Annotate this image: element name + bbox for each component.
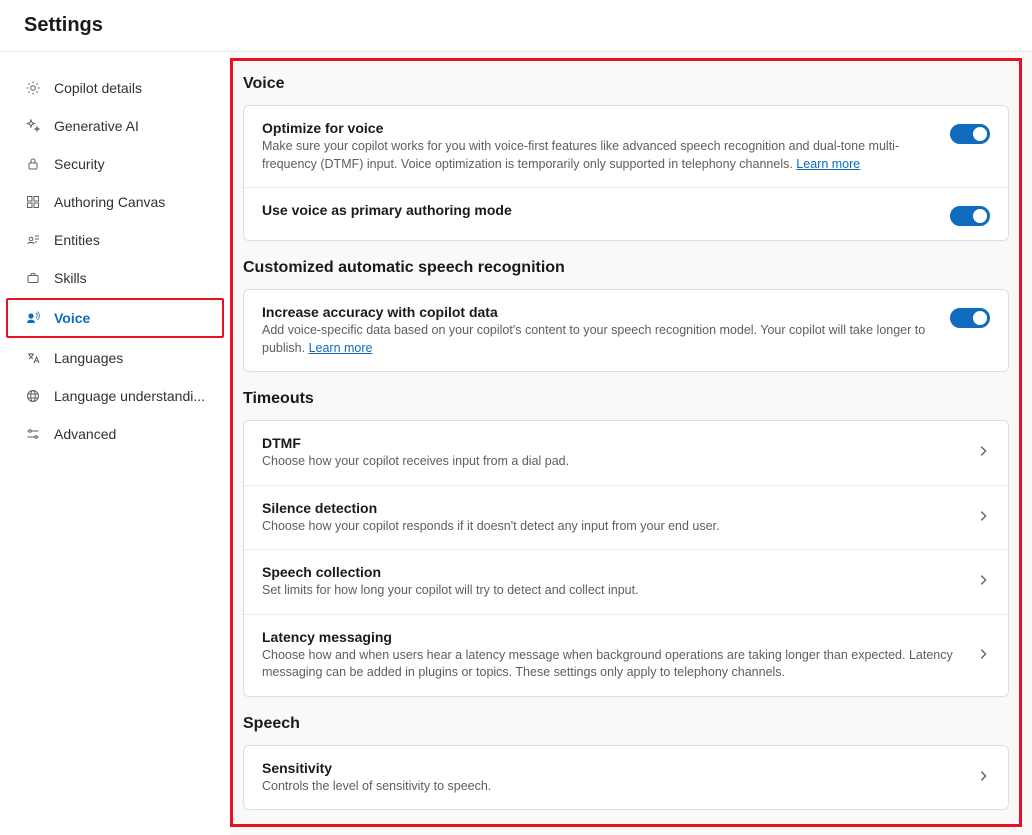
section-title-voice: Voice (243, 75, 1009, 93)
authoring-text: Use voice as primary authoring mode (262, 202, 934, 220)
sidebar-item-languages[interactable]: Languages (8, 340, 222, 376)
settings-layout: Copilot details Generative AI Security A… (0, 52, 1032, 835)
speech-collection-title: Speech collection (262, 564, 960, 580)
latency-desc: Choose how and when users hear a latency… (262, 647, 960, 682)
timeout-row-dtmf[interactable]: DTMF Choose how your copilot receives in… (244, 421, 1008, 485)
sidebar-item-language-understanding[interactable]: Language understandi... (8, 378, 222, 414)
optimize-for-voice-row: Optimize for voice Make sure your copilo… (244, 106, 1008, 187)
sidebar-item-copilot-details[interactable]: Copilot details (8, 70, 222, 106)
optimize-text: Optimize for voice Make sure your copilo… (262, 120, 934, 173)
silence-title: Silence detection (262, 500, 960, 516)
sidebar-item-authoring-canvas[interactable]: Authoring Canvas (8, 184, 222, 220)
accuracy-title: Increase accuracy with copilot data (262, 304, 934, 320)
silence-desc: Choose how your copilot responds if it d… (262, 518, 960, 536)
speech-collection-text: Speech collection Set limits for how lon… (262, 564, 960, 600)
page-title: Settings (24, 14, 103, 37)
settings-header: Settings (0, 0, 1032, 52)
sparkle-icon (24, 117, 42, 135)
optimize-title: Optimize for voice (262, 120, 934, 136)
sliders-icon (24, 425, 42, 443)
optimize-learn-more-link[interactable]: Learn more (796, 157, 860, 171)
accuracy-learn-more-link[interactable]: Learn more (309, 341, 373, 355)
sidebar-item-label: Entities (54, 232, 100, 248)
sensitivity-title: Sensitivity (262, 760, 960, 776)
section-title-timeouts: Timeouts (243, 390, 1009, 408)
sidebar-item-advanced[interactable]: Advanced (8, 416, 222, 452)
chevron-right-icon (976, 647, 990, 664)
speech-collection-desc: Set limits for how long your copilot wil… (262, 582, 960, 600)
accuracy-toggle[interactable] (950, 308, 990, 328)
sidebar-item-security[interactable]: Security (8, 146, 222, 182)
asr-card: Increase accuracy with copilot data Add … (243, 289, 1009, 372)
languages-icon (24, 349, 42, 367)
sidebar-item-label: Language understandi... (54, 388, 205, 404)
voice-icon (24, 309, 42, 327)
sidebar-item-label: Skills (54, 270, 87, 286)
gear-icon (24, 79, 42, 97)
grid-icon (24, 193, 42, 211)
speech-card: Sensitivity Controls the level of sensit… (243, 745, 1009, 811)
authoring-title: Use voice as primary authoring mode (262, 202, 934, 218)
section-title-asr: Customized automatic speech recognition (243, 259, 1009, 277)
accuracy-desc: Add voice-specific data based on your co… (262, 322, 934, 357)
sidebar-item-generative-ai[interactable]: Generative AI (8, 108, 222, 144)
main-highlight-box: Voice Optimize for voice Make sure your … (230, 58, 1022, 827)
timeout-row-latency[interactable]: Latency messaging Choose how and when us… (244, 614, 1008, 696)
section-title-speech: Speech (243, 715, 1009, 733)
optimize-toggle[interactable] (950, 124, 990, 144)
sidebar-item-label: Languages (54, 350, 123, 366)
sensitivity-row[interactable]: Sensitivity Controls the level of sensit… (244, 746, 1008, 810)
timeout-row-speech-collection[interactable]: Speech collection Set limits for how lon… (244, 549, 1008, 614)
voice-card: Optimize for voice Make sure your copilo… (243, 105, 1009, 241)
chevron-right-icon (976, 444, 990, 461)
sidebar-item-label: Authoring Canvas (54, 194, 165, 210)
latency-title: Latency messaging (262, 629, 960, 645)
chevron-right-icon (976, 509, 990, 526)
globe-icon (24, 387, 42, 405)
chevron-right-icon (976, 573, 990, 590)
accuracy-text: Increase accuracy with copilot data Add … (262, 304, 934, 357)
sidebar-item-label: Advanced (54, 426, 116, 442)
timeouts-card: DTMF Choose how your copilot receives in… (243, 420, 1009, 697)
sidebar-item-label: Voice (54, 310, 90, 326)
entities-icon (24, 231, 42, 249)
settings-sidebar: Copilot details Generative AI Security A… (0, 52, 230, 835)
sidebar-voice-highlight: Voice (6, 298, 224, 338)
sensitivity-desc: Controls the level of sensitivity to spe… (262, 778, 960, 796)
accuracy-row: Increase accuracy with copilot data Add … (244, 290, 1008, 371)
skills-icon (24, 269, 42, 287)
timeout-row-silence[interactable]: Silence detection Choose how your copilo… (244, 485, 1008, 550)
chevron-right-icon (976, 769, 990, 786)
dtmf-title: DTMF (262, 435, 960, 451)
dtmf-text: DTMF Choose how your copilot receives in… (262, 435, 960, 471)
sidebar-item-label: Copilot details (54, 80, 142, 96)
sidebar-item-entities[interactable]: Entities (8, 222, 222, 258)
lock-icon (24, 155, 42, 173)
close-button[interactable] (996, 12, 1008, 39)
sidebar-item-label: Generative AI (54, 118, 139, 134)
optimize-desc: Make sure your copilot works for you wit… (262, 138, 934, 173)
latency-text: Latency messaging Choose how and when us… (262, 629, 960, 682)
dtmf-desc: Choose how your copilot receives input f… (262, 453, 960, 471)
authoring-toggle[interactable] (950, 206, 990, 226)
sensitivity-text: Sensitivity Controls the level of sensit… (262, 760, 960, 796)
sidebar-item-voice[interactable]: Voice (8, 300, 222, 336)
settings-main: Voice Optimize for voice Make sure your … (230, 52, 1032, 835)
sidebar-item-label: Security (54, 156, 105, 172)
sidebar-item-skills[interactable]: Skills (8, 260, 222, 296)
authoring-mode-row: Use voice as primary authoring mode (244, 187, 1008, 240)
silence-text: Silence detection Choose how your copilo… (262, 500, 960, 536)
